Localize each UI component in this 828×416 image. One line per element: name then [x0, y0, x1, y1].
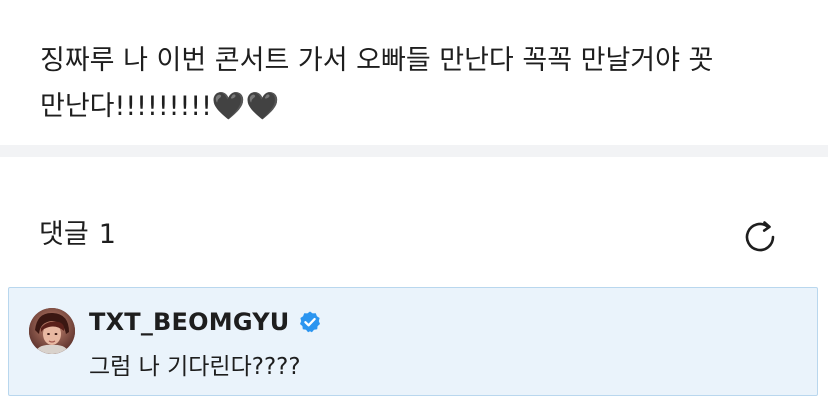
refresh-icon [745, 221, 775, 252]
comment-card[interactable]: TXT_BEOMGYU 그럼 나 기다린다???? [8, 287, 818, 396]
section-divider [0, 145, 828, 157]
comments-title: 댓글 1 [39, 217, 116, 253]
verified-badge-icon [300, 311, 321, 333]
comments-count: 1 [98, 219, 116, 250]
post-text: 징짜루 나 이번 콘서트 가서 오빠들 만난다 꼭꼭 만날거야 꼿 만난다!!!… [40, 45, 714, 122]
comment-author-row: TXT_BEOMGYU [89, 304, 322, 340]
avatar-image [29, 308, 75, 354]
comments-header: 댓글 1 [0, 157, 828, 285]
refresh-button[interactable] [738, 215, 782, 259]
post-body: 징짜루 나 이번 콘서트 가서 오빠들 만난다 꼭꼭 만날거야 꼿 만난다!!!… [0, 0, 828, 145]
avatar[interactable] [29, 308, 75, 354]
comments-title-label: 댓글 [39, 219, 89, 250]
comment-author-name[interactable]: TXT_BEOMGYU [89, 308, 289, 336]
comment-text: 그럼 나 기다린다???? [89, 354, 301, 380]
